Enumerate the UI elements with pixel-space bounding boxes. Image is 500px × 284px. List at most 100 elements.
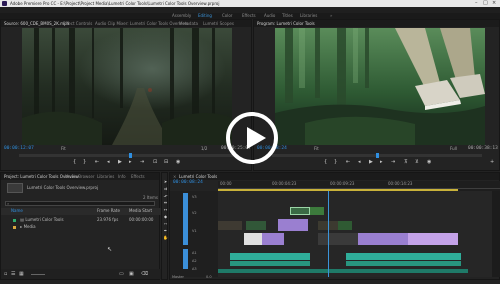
source-fit-dropdown[interactable]: Fit bbox=[61, 146, 66, 152]
tab-source[interactable]: Source: 600_CDE_BM0S_2K.mp4 bbox=[4, 20, 69, 27]
source-play-icon[interactable]: ▶ bbox=[118, 159, 122, 165]
maximize-icon[interactable]: □ bbox=[483, 0, 488, 7]
tab-program[interactable]: Program: Lumetri Color Tools bbox=[257, 20, 315, 27]
program-step-forward-icon[interactable]: ▸ bbox=[380, 159, 383, 165]
tab-media-browser[interactable]: Media Browser bbox=[65, 173, 95, 180]
tab-metadata[interactable]: Metadata bbox=[179, 20, 198, 27]
audio-clip[interactable] bbox=[346, 261, 461, 266]
tab-lumetri-scopes[interactable]: Lumetri Scopes bbox=[203, 20, 234, 27]
track-v1-label[interactable]: V1 bbox=[192, 229, 197, 234]
program-playhead[interactable] bbox=[376, 153, 379, 158]
program-export-frame-icon[interactable]: ◉ bbox=[427, 159, 431, 165]
source-resolution-dropdown[interactable]: 1/2 bbox=[201, 146, 207, 152]
overwrite-icon[interactable]: ⊟ bbox=[164, 159, 168, 165]
mark-in-icon[interactable]: { bbox=[73, 159, 76, 165]
step-back-icon[interactable]: ◂ bbox=[107, 159, 110, 165]
timeline-playhead[interactable] bbox=[328, 191, 329, 277]
program-go-to-in-icon[interactable]: ⇤ bbox=[346, 159, 350, 165]
new-item-icon[interactable]: ▣ bbox=[129, 271, 134, 277]
close-sequence-icon[interactable]: × bbox=[173, 173, 176, 180]
audio-clip[interactable] bbox=[218, 269, 468, 273]
rolling-edit-tool-icon[interactable]: ⇹ bbox=[163, 200, 168, 205]
video-clip[interactable] bbox=[218, 221, 242, 230]
video-clip[interactable] bbox=[244, 233, 262, 245]
tab-audio-clip-mixer[interactable]: Audio Clip Mixer: Lumetri Color Tools Ov… bbox=[95, 20, 188, 27]
insert-icon[interactable]: ⊡ bbox=[153, 159, 157, 165]
track-a1-label[interactable]: A1 bbox=[192, 251, 197, 256]
video-clip[interactable] bbox=[246, 221, 266, 230]
column-name[interactable]: Name bbox=[11, 208, 23, 214]
lift-icon[interactable]: ⊼ bbox=[404, 159, 408, 165]
video-clip[interactable] bbox=[278, 219, 308, 231]
ripple-edit-tool-icon[interactable]: ⟛ bbox=[163, 193, 168, 198]
timeline-timecode[interactable]: 00:00:08:24 bbox=[173, 180, 203, 186]
video-clip[interactable] bbox=[358, 233, 408, 245]
slip-tool-icon[interactable]: ⇿ bbox=[163, 221, 168, 226]
zoom-slider[interactable] bbox=[31, 274, 45, 275]
tab-info[interactable]: Info bbox=[118, 173, 126, 180]
rate-stretch-tool-icon[interactable]: ↔ bbox=[163, 207, 168, 212]
program-add-button-icon[interactable]: + bbox=[490, 159, 494, 165]
program-resolution-dropdown[interactable]: Full bbox=[450, 146, 457, 152]
audio-meters bbox=[492, 191, 500, 277]
master-volume-value[interactable]: 0.0 bbox=[206, 275, 212, 280]
column-media-start[interactable]: Media Start bbox=[129, 208, 152, 214]
tab-sequence[interactable]: Lumetri Color Tools bbox=[179, 173, 217, 180]
video-clip[interactable] bbox=[408, 233, 458, 245]
column-frame-rate[interactable]: Frame Rate bbox=[97, 208, 120, 214]
project-search-input[interactable]: ⌕ bbox=[5, 201, 155, 206]
razor-tool-icon[interactable]: ◆ bbox=[163, 214, 168, 219]
step-forward-icon[interactable]: ▸ bbox=[129, 159, 132, 165]
lock-icon[interactable]: ▫ bbox=[4, 271, 7, 277]
program-go-to-out-icon[interactable]: ⇥ bbox=[391, 159, 395, 165]
tab-libraries[interactable]: Libraries bbox=[97, 173, 114, 180]
project-thumbnail bbox=[7, 183, 23, 193]
track-a2-label[interactable]: A2 bbox=[192, 259, 197, 264]
video-clip[interactable] bbox=[290, 207, 310, 215]
video-clip[interactable] bbox=[262, 233, 284, 245]
program-mark-out-icon[interactable]: } bbox=[334, 159, 337, 165]
video-clip[interactable] bbox=[318, 233, 358, 245]
project-item-bin[interactable]: ▸ Media bbox=[7, 223, 155, 230]
pen-tool-icon[interactable]: ✒ bbox=[163, 228, 168, 233]
track-v2-label[interactable]: V2 bbox=[192, 211, 197, 216]
program-scrubber[interactable] bbox=[272, 153, 482, 158]
program-step-back-icon[interactable]: ◂ bbox=[358, 159, 361, 165]
go-to-in-icon[interactable]: ⇤ bbox=[95, 159, 99, 165]
new-bin-icon[interactable]: ▭ bbox=[119, 271, 124, 277]
trash-icon[interactable]: ⌫ bbox=[141, 271, 148, 277]
video-source-patch[interactable] bbox=[183, 193, 188, 245]
program-mark-in-icon[interactable]: { bbox=[324, 159, 327, 165]
export-frame-icon[interactable]: ◉ bbox=[176, 159, 180, 165]
label-color-swatch bbox=[13, 218, 16, 222]
source-timecode[interactable]: 00:00:12:07 bbox=[4, 146, 34, 152]
audio-clip[interactable] bbox=[346, 253, 461, 260]
extract-icon[interactable]: ⊻ bbox=[415, 159, 419, 165]
video-clip[interactable] bbox=[338, 221, 352, 230]
go-to-out-icon[interactable]: ⇥ bbox=[140, 159, 144, 165]
program-duration: 00:00:38:13 bbox=[468, 146, 498, 151]
track-a3-label[interactable]: A3 bbox=[192, 267, 197, 272]
minimize-icon[interactable]: – bbox=[475, 0, 478, 7]
close-icon[interactable]: × bbox=[492, 0, 496, 7]
timeline-ruler[interactable]: 00:00 00:00:04:23 00:00:09:23 00:00:14:2… bbox=[218, 181, 500, 191]
hand-tool-icon[interactable]: ✋ bbox=[163, 235, 168, 240]
track-v3-label[interactable]: V3 bbox=[192, 195, 197, 200]
icon-view-icon[interactable]: ▦ bbox=[19, 271, 24, 277]
audio-source-patch[interactable] bbox=[183, 249, 188, 269]
track-select-tool-icon[interactable]: ⇉ bbox=[163, 186, 168, 191]
video-play-button[interactable] bbox=[226, 112, 278, 164]
audio-clip[interactable] bbox=[230, 261, 310, 266]
tab-effect-controls[interactable]: Effect Controls bbox=[63, 20, 92, 27]
audio-clip[interactable] bbox=[230, 253, 310, 260]
program-play-icon[interactable]: ▶ bbox=[369, 159, 373, 165]
list-view-icon[interactable]: ☰ bbox=[11, 271, 15, 277]
source-playhead[interactable] bbox=[129, 153, 132, 158]
selection-tool-icon[interactable]: ➤ bbox=[163, 179, 168, 184]
project-item-sequence[interactable]: ▤ Lumetri Color Tools 23.976 fps 00:00:0… bbox=[7, 216, 155, 223]
tab-effects[interactable]: Effects bbox=[131, 173, 145, 180]
video-clip[interactable] bbox=[310, 207, 324, 215]
source-scrubber[interactable] bbox=[19, 153, 233, 158]
program-fit-dropdown[interactable]: Fit bbox=[314, 146, 319, 152]
mark-out-icon[interactable]: } bbox=[83, 159, 86, 165]
